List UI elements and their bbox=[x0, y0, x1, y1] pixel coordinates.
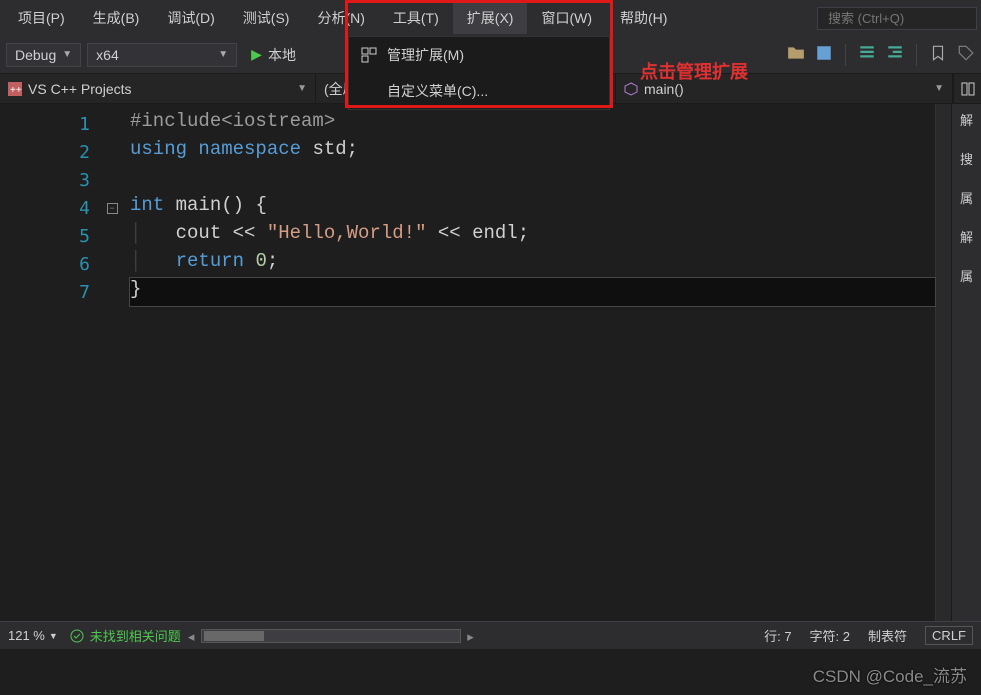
search-input[interactable] bbox=[817, 7, 977, 30]
menu-extensions[interactable]: 扩展(X) bbox=[453, 2, 528, 34]
right-panel: 解搜属解属 bbox=[951, 104, 981, 624]
platform-label: x64 bbox=[96, 47, 119, 63]
function-label: main() bbox=[644, 81, 684, 97]
line-number: 6 bbox=[0, 254, 100, 275]
menu-help[interactable]: 帮助(H) bbox=[606, 2, 681, 34]
extensions-dropdown: 管理扩展(M) 自定义菜单(C)... bbox=[348, 36, 610, 110]
menu-analyze[interactable]: 分析(N) bbox=[303, 2, 378, 34]
line-number: 2 bbox=[0, 142, 100, 163]
split-icon bbox=[961, 82, 975, 96]
panel-tab[interactable]: 搜 bbox=[960, 149, 973, 168]
scroll-left-icon[interactable]: ◂ bbox=[188, 629, 195, 645]
run-button[interactable]: ▶ 本地 bbox=[243, 42, 304, 68]
panel-tab[interactable]: 解 bbox=[960, 110, 973, 129]
line-number: 4 bbox=[0, 198, 100, 219]
gutter: 1 2 3 4− 5 6 7 bbox=[0, 104, 130, 624]
bookmark-icon[interactable] bbox=[929, 44, 947, 62]
code-line[interactable]: │ return 0; bbox=[130, 250, 935, 278]
separator bbox=[916, 44, 917, 66]
dropdown-item-label: 自定义菜单(C)... bbox=[387, 81, 488, 101]
project-combo[interactable]: ++ VS C++ Projects ▼ bbox=[0, 74, 316, 103]
svg-text:++: ++ bbox=[10, 85, 22, 96]
zoom-control[interactable]: 121 % ▼ bbox=[8, 628, 58, 643]
chevron-down-icon: ▼ bbox=[934, 83, 944, 94]
cursor-line[interactable]: 行: 7 bbox=[764, 626, 791, 645]
extension-icon bbox=[361, 47, 377, 63]
menu-bar: 项目(P) 生成(B) 调试(D) 测试(S) 分析(N) 工具(T) 扩展(X… bbox=[0, 0, 981, 36]
outdent-icon[interactable] bbox=[886, 44, 904, 62]
dropdown-item-label: 管理扩展(M) bbox=[387, 45, 464, 65]
horizontal-scrollbar[interactable]: ◂ ▸ bbox=[201, 629, 461, 643]
indent-mode[interactable]: 制表符 bbox=[868, 626, 907, 645]
play-icon: ▶ bbox=[251, 46, 262, 63]
save-icon[interactable] bbox=[815, 44, 833, 62]
code-line[interactable]: using namespace std; bbox=[130, 138, 935, 166]
zoom-label: 121 % bbox=[8, 628, 45, 643]
line-number: 1 bbox=[0, 114, 100, 135]
config-label: Debug bbox=[15, 47, 56, 63]
code-line[interactable]: #include<iostream> bbox=[130, 110, 935, 138]
tag-icon[interactable] bbox=[957, 44, 975, 62]
code-line[interactable] bbox=[130, 166, 935, 194]
issues-status[interactable]: 未找到相关问题 bbox=[70, 626, 181, 645]
line-number: 5 bbox=[0, 226, 100, 247]
split-editor-button[interactable] bbox=[953, 74, 981, 103]
chevron-down-icon: ▼ bbox=[297, 83, 307, 94]
indent-icon[interactable] bbox=[858, 44, 876, 62]
menu-debug[interactable]: 调试(D) bbox=[153, 2, 228, 34]
menu-tools[interactable]: 工具(T) bbox=[379, 2, 453, 34]
editor-area: 1 2 3 4− 5 6 7 #include<iostream>using namespa… bbox=[0, 104, 981, 624]
menu-customize[interactable]: 自定义菜单(C)... bbox=[349, 73, 609, 109]
code-content[interactable]: #include<iostream>using namespace std; in… bbox=[130, 104, 935, 624]
watermark: CSDN @Code_流苏 bbox=[813, 662, 967, 687]
menu-project[interactable]: 项目(P) bbox=[4, 2, 79, 34]
code-line[interactable]: int main() { bbox=[130, 194, 935, 222]
panel-tab[interactable]: 属 bbox=[960, 266, 973, 285]
cursor-col[interactable]: 字符: 2 bbox=[810, 626, 850, 645]
folder-icon[interactable] bbox=[787, 44, 805, 62]
vertical-scrollbar[interactable] bbox=[935, 104, 951, 624]
scrollbar-thumb[interactable] bbox=[204, 631, 264, 641]
code-editor[interactable]: 1 2 3 4− 5 6 7 #include<iostream>using namespa… bbox=[0, 104, 951, 624]
fold-toggle[interactable]: − bbox=[107, 203, 118, 214]
issues-label: 未找到相关问题 bbox=[90, 626, 181, 645]
project-icon: ++ bbox=[8, 82, 22, 96]
check-circle-icon bbox=[70, 629, 84, 643]
chevron-down-icon: ▼ bbox=[49, 631, 58, 641]
status-bar: 121 % ▼ 未找到相关问题 ◂ ▸ 行: 7 字符: 2 制表符 CRLF bbox=[0, 621, 981, 649]
menu-window[interactable]: 窗口(W) bbox=[527, 2, 606, 34]
separator bbox=[845, 44, 846, 66]
chevron-down-icon: ▼ bbox=[218, 49, 228, 60]
panel-tab[interactable]: 属 bbox=[960, 188, 973, 207]
line-ending[interactable]: CRLF bbox=[925, 626, 973, 645]
platform-combo[interactable]: x64 ▼ bbox=[87, 43, 237, 67]
menu-build[interactable]: 生成(B) bbox=[79, 2, 154, 34]
line-number: 7 bbox=[0, 282, 100, 303]
line-number: 3 bbox=[0, 170, 100, 191]
run-label: 本地 bbox=[268, 45, 296, 65]
cube-icon bbox=[624, 82, 638, 96]
function-combo[interactable]: main() ▼ bbox=[616, 74, 953, 103]
code-line[interactable]: } bbox=[130, 278, 935, 306]
blank-icon bbox=[361, 83, 377, 99]
config-combo[interactable]: Debug ▼ bbox=[6, 43, 81, 67]
code-line[interactable]: │ cout << "Hello,World!" << endl; bbox=[130, 222, 935, 250]
project-label: VS C++ Projects bbox=[28, 81, 132, 97]
chevron-down-icon: ▼ bbox=[62, 49, 72, 60]
panel-tab[interactable]: 解 bbox=[960, 227, 973, 246]
menu-manage-extensions[interactable]: 管理扩展(M) bbox=[349, 37, 609, 73]
scroll-right-icon[interactable]: ▸ bbox=[467, 629, 474, 645]
menu-test[interactable]: 测试(S) bbox=[229, 2, 304, 34]
